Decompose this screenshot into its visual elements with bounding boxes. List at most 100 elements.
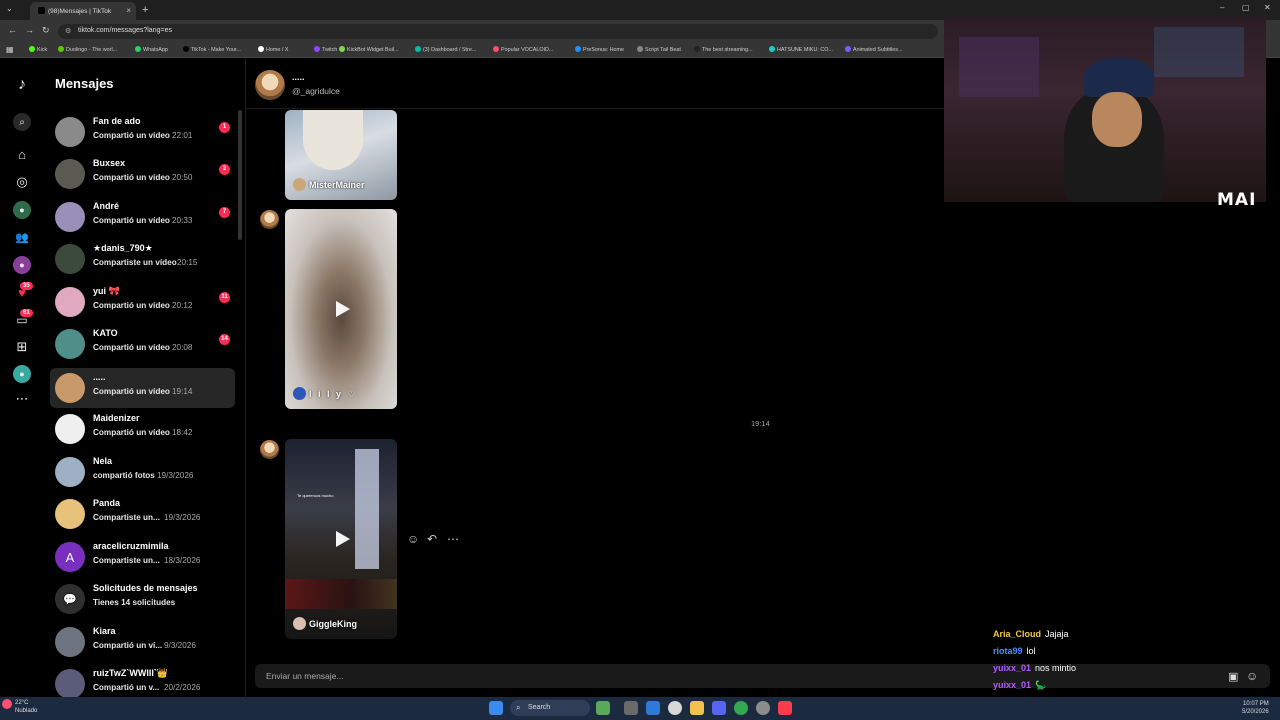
close-window-icon[interactable]: ✕ — [1264, 3, 1271, 12]
bookmark-item[interactable]: Twitch — [314, 46, 337, 53]
bookmark-item[interactable]: The best streaming... — [694, 46, 753, 53]
windows-start-icon[interactable] — [489, 701, 503, 715]
play-icon[interactable] — [336, 531, 350, 547]
conversation-item[interactable]: 💬 Solicitudes de mensajes Tienes 14 solici… — [50, 579, 235, 619]
live-avatar-icon[interactable]: ● — [13, 201, 31, 219]
bookmark-icon — [58, 46, 64, 52]
bookmark-item[interactable]: KickBot Widget Buil... — [339, 46, 399, 53]
bookmark-label: PreSonus: Home — [583, 47, 625, 53]
react-emoji-icon[interactable]: ☺ — [407, 532, 419, 546]
tiktok-logo-icon[interactable]: ♪ — [13, 76, 31, 94]
play-icon[interactable] — [336, 301, 350, 317]
message-input[interactable]: Enviar un mensaje... — [255, 664, 1270, 688]
more-icon[interactable]: ⋯ — [13, 390, 31, 408]
friends-avatar-icon[interactable]: ● — [13, 256, 31, 274]
home-icon[interactable]: ⌂ — [13, 145, 31, 163]
conversation-item[interactable]: Fan de ado Compartió un vídeo 22:01 1 — [50, 112, 235, 152]
shared-video-card[interactable]: Te quereruos mucho GiggleKing — [285, 439, 397, 639]
conversation-name: Maidenizer — [93, 413, 140, 423]
image-upload-icon[interactable]: ▣ — [1228, 670, 1238, 683]
sender-avatar[interactable] — [260, 440, 279, 459]
discord-icon[interactable] — [712, 701, 726, 715]
taskbar-search[interactable]: ⌕ Search — [510, 700, 590, 716]
reload-icon[interactable]: ↻ — [42, 25, 50, 36]
maximize-icon[interactable]: ▢ — [1242, 3, 1250, 12]
conversation-preview: Compartió un v... — [93, 683, 160, 692]
tab-close-icon[interactable]: × — [126, 6, 131, 15]
conversation-item[interactable]: Nela compartió fotos 19/3/2026 — [50, 452, 235, 492]
bookmark-icon — [637, 46, 643, 52]
explore-icon[interactable]: ◎ — [13, 173, 31, 191]
system-clock[interactable]: 10:07 PM 5/20/2026 — [1242, 700, 1269, 716]
bookmark-item[interactable]: Popular VOCALOID... — [493, 46, 553, 53]
chat-text: 🦕 — [1035, 680, 1047, 690]
reply-icon[interactable]: ↶ — [427, 532, 437, 546]
app-icon[interactable] — [668, 701, 682, 715]
video-author: MisterMainer — [293, 178, 365, 191]
bookmark-item[interactable]: TikTok - Make Your... — [183, 46, 241, 53]
stream-chat-message: yuixx_01 nos mintio — [993, 663, 1076, 673]
new-tab-button[interactable]: + — [142, 4, 148, 16]
shared-video-card[interactable]: l i l y ♡ — [285, 209, 397, 409]
chat-handle[interactable]: @_agridulce — [292, 86, 340, 96]
search-icon[interactable]: ⌕ — [13, 113, 31, 131]
conversation-avatar — [55, 627, 85, 657]
more-options-icon[interactable]: ⋯ — [447, 532, 459, 546]
profile-avatar-icon[interactable]: ● — [13, 365, 31, 383]
bookmark-icon — [694, 46, 700, 52]
bookmark-item[interactable]: Duolingo - The worl... — [58, 46, 117, 53]
file-explorer-icon[interactable] — [690, 701, 704, 715]
conversation-time: 20/2/2026 — [164, 683, 201, 692]
apps-grid-icon[interactable]: ▦ — [6, 45, 14, 54]
mail-icon[interactable] — [646, 701, 660, 715]
conversation-item[interactable]: KATO Compartió un vídeo 20:08 14 — [50, 324, 235, 364]
bookmark-item[interactable]: WhatsApp — [135, 46, 168, 53]
conversation-item[interactable]: Kiara Compartió un ví... 9/3/2026 — [50, 622, 235, 662]
bookmark-item[interactable]: Animated Subtitles... — [845, 46, 902, 53]
minimize-icon[interactable]: – — [1220, 3, 1224, 12]
site-info-icon[interactable]: ⚙ — [65, 27, 71, 35]
weather-widget[interactable]: 22°C Nublado — [2, 699, 37, 714]
bookmark-item[interactable]: Home / X — [258, 46, 288, 53]
bookmark-item[interactable]: HATSUNE MIKU: CO... — [769, 46, 833, 53]
sender-avatar[interactable] — [260, 210, 279, 229]
bookmark-label: Home / X — [266, 47, 289, 53]
bookmark-label: WhatsApp — [143, 47, 168, 53]
upload-icon[interactable]: ⊞ — [13, 338, 31, 356]
bookmark-item[interactable]: Kick — [29, 46, 47, 53]
conversation-item[interactable]: Maidenizer Compartió un vídeo 18:42 — [50, 409, 235, 449]
conversation-item[interactable]: Aaracelicruzmimila Compartiste un... 18/3/… — [50, 537, 235, 577]
browser-tab[interactable]: (98)Mensajes | TikTok × — [30, 2, 136, 20]
widgets-icon[interactable] — [596, 701, 610, 715]
settings-icon[interactable] — [756, 701, 770, 715]
back-icon[interactable]: ← — [8, 25, 17, 35]
unread-badge: 7 — [219, 207, 230, 218]
conversation-avatar — [55, 373, 85, 403]
chrome-icon[interactable] — [734, 701, 748, 715]
tab-menu-icon[interactable]: ⌄ — [6, 4, 13, 13]
conversation-scrollbar[interactable] — [238, 110, 242, 240]
unread-badge: 1 — [219, 122, 230, 133]
chat-avatar[interactable] — [255, 70, 285, 100]
music-app-icon[interactable] — [778, 701, 792, 715]
emoji-icon[interactable]: ☺ — [1246, 669, 1258, 683]
url-input[interactable]: ⚙ tiktok.com/messages?lang=es — [58, 24, 938, 39]
conversation-item[interactable]: André Compartió un vídeo 20:33 7 — [50, 197, 235, 237]
following-icon[interactable]: 👥 — [13, 228, 31, 246]
conversation-preview: Compartió un vídeo — [93, 216, 170, 225]
bookmark-item[interactable]: PreSonus: Home — [575, 46, 624, 53]
conversation-item[interactable]: ★danis_790★ Compartiste un vídeo 20:15 — [50, 239, 235, 279]
chat-text: nos mintio — [1035, 663, 1077, 673]
conversation-preview: Compartió un vídeo — [93, 387, 170, 396]
forward-icon[interactable]: → — [25, 25, 34, 35]
conversation-item[interactable]: Panda Compartiste un... 19/3/2026 — [50, 494, 235, 534]
chat-name[interactable]: ..... — [292, 72, 305, 82]
bookmark-label: (3) Dashboard / Stre... — [423, 47, 477, 53]
bookmark-item[interactable]: (3) Dashboard / Stre... — [415, 46, 476, 53]
shared-video-card[interactable]: MisterMainer — [285, 110, 397, 200]
task-view-icon[interactable] — [624, 701, 638, 715]
conversation-item[interactable]: Buxsex Compartió un vídeo 20:50 2 — [50, 154, 235, 194]
conversation-item[interactable]: ..... Compartió un vídeo 19:14 — [50, 368, 235, 408]
conversation-item[interactable]: yui 🎀 Compartió un vídeo 20:12 11 — [50, 282, 235, 322]
bookmark-item[interactable]: Script Tail Beat — [637, 46, 681, 53]
